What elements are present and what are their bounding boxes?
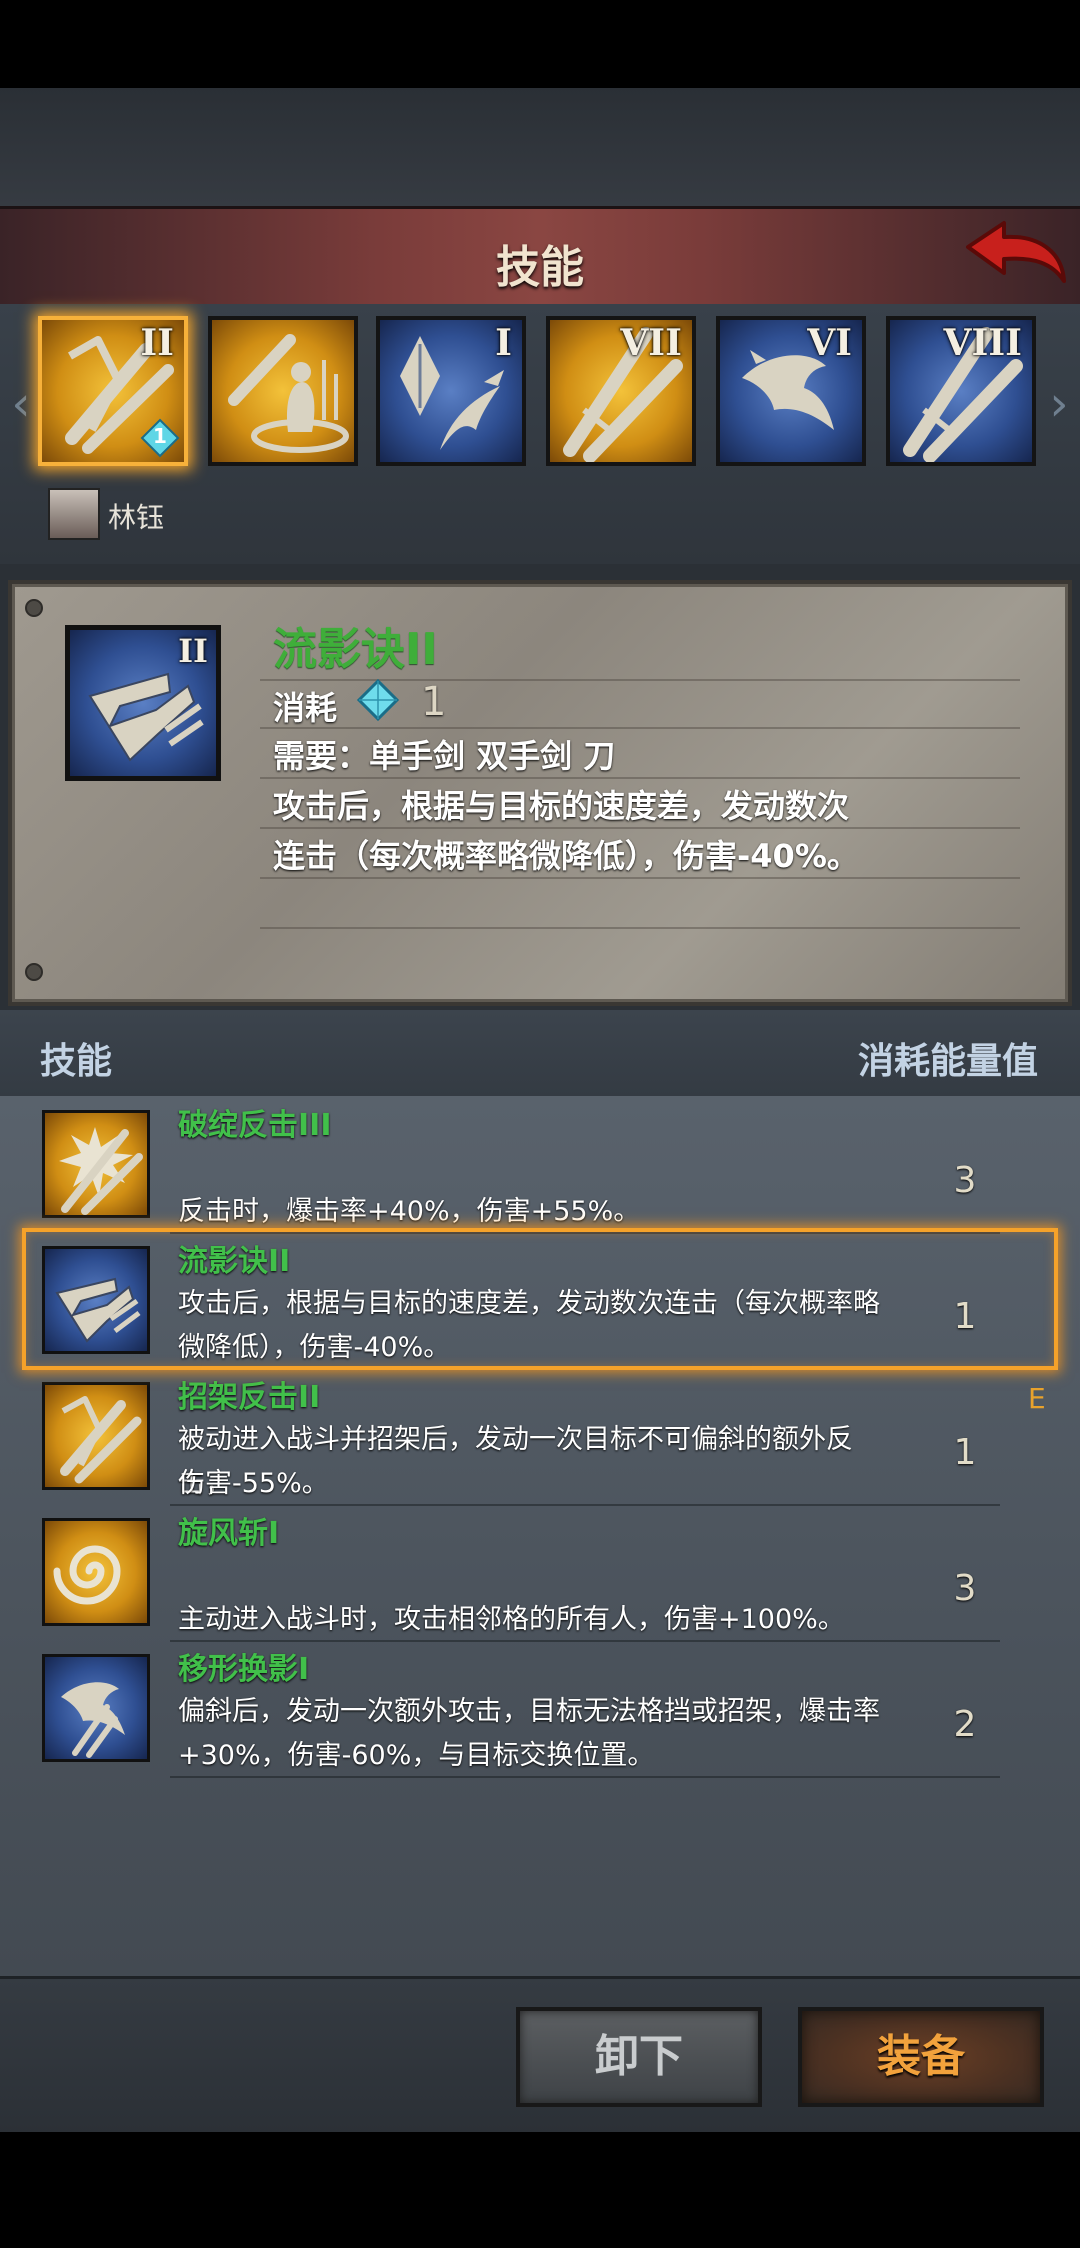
- energy-cost-column-header: 消耗能量值: [857, 1041, 1038, 1082]
- skill-slot-5[interactable]: VI: [716, 316, 866, 466]
- whirlwind-icon: [42, 1518, 150, 1626]
- page-title: 技能: [496, 242, 584, 293]
- detail-skill-name: 流影诀II: [273, 624, 438, 675]
- skill-row-4[interactable]: 旋风斩I 主动进入战斗时，攻击相邻格的所有人，伤害+100%。 3: [0, 1504, 1080, 1642]
- skill-cost: 3: [953, 1568, 977, 1609]
- divider: [260, 727, 1020, 729]
- skill-desc-line: +30%，伤害-60%，与目标交换位置。: [178, 1740, 655, 1771]
- weapon-requirement: 需要：单手剑 双手剑 刀: [273, 737, 616, 775]
- character-name: 林钰: [108, 501, 165, 534]
- detail-skill-icon: II: [65, 625, 221, 781]
- blink-icon: [42, 1654, 150, 1762]
- back-button[interactable]: [960, 217, 1070, 297]
- divider: [260, 777, 1020, 779]
- rivet: [25, 599, 43, 617]
- title-bar: 技能: [0, 206, 1080, 311]
- selected-row-highlight: [22, 1228, 1058, 1370]
- description-line: 攻击后，根据与目标的速度差，发动数次: [273, 787, 850, 825]
- action-bar: 卸下 装备: [0, 1976, 1080, 2135]
- gem-count: 1: [153, 424, 167, 448]
- rivet: [25, 963, 43, 981]
- skill-column-header: 技能: [40, 1041, 113, 1082]
- parry-counter-icon: [42, 1382, 150, 1490]
- skill-slot-1[interactable]: II 1: [38, 316, 188, 466]
- skill-row-5[interactable]: 移形换影I 偏斜后，发动一次额外攻击，目标无法格挡或招架，爆击率 +30%，伤害…: [0, 1640, 1080, 1778]
- status-bar: [0, 0, 1080, 88]
- skill-slot-strip: ‹ › II 1 I VII VI VIII 林钰: [0, 304, 1080, 564]
- cost-value: 1: [421, 679, 447, 725]
- detail-rank-label: II: [178, 632, 208, 670]
- detail-description: 攻击后，根据与目标的速度差，发动数次 连击（每次概率略微降低），伤害-40%。: [273, 781, 993, 881]
- burst-counter-icon: [42, 1110, 150, 1218]
- skill-slot-4[interactable]: VII: [546, 316, 696, 466]
- skill-cost: 2: [953, 1704, 977, 1745]
- divider: [260, 927, 1020, 929]
- energy-gem-icon: [355, 677, 401, 723]
- scroll-right-icon[interactable]: ›: [1042, 364, 1076, 444]
- slot-rank-label: II: [140, 322, 174, 364]
- slot-rank-label: VIII: [943, 322, 1022, 364]
- whirl-stance-icon: [228, 334, 349, 453]
- skill-slot-2[interactable]: [208, 316, 358, 466]
- row-divider: [170, 1776, 1000, 1778]
- skill-cost: 3: [953, 1160, 977, 1201]
- skill-name: 破绽反击III: [178, 1108, 332, 1143]
- equipped-marker: E: [1028, 1382, 1046, 1415]
- skill-detail-panel: II 流影诀II 消耗 1 需要：单手剑 双手剑 刀 攻击后，根据与目标的速度差…: [12, 584, 1068, 1002]
- skill-name: 移形换影I: [178, 1652, 310, 1687]
- description-line: 连击（每次概率略微降低），伤害-40%。: [273, 837, 859, 875]
- equip-button[interactable]: 装备: [798, 2007, 1044, 2107]
- skill-row-3[interactable]: 招架反击II 被动进入战斗并招架后，发动一次目标不可偏斜的额外反击， 伤害-55…: [0, 1368, 1080, 1506]
- cost-label: 消耗: [273, 689, 338, 727]
- skill-cost: 1: [953, 1432, 977, 1473]
- top-strip: [0, 88, 1080, 206]
- nav-bar-area: [0, 2132, 1080, 2248]
- slot-rank-label: VII: [620, 322, 682, 364]
- skill-desc-line: 偏斜后，发动一次额外攻击，目标无法格挡或招架，爆击率: [178, 1696, 880, 1727]
- skill-slot-6[interactable]: VIII: [886, 316, 1036, 466]
- skill-name: 旋风斩I: [178, 1516, 280, 1551]
- gem-badge: 1: [140, 418, 180, 458]
- back-arrow-icon: [966, 221, 1066, 283]
- skill-name: 招架反击II: [178, 1380, 321, 1415]
- skill-desc-line: 主动进入战斗时，攻击相邻格的所有人，伤害+100%。: [178, 1604, 845, 1635]
- skill-desc-line: 伤害-55%。: [178, 1468, 329, 1499]
- skill-slot-3[interactable]: I: [376, 316, 526, 466]
- scroll-left-icon[interactable]: ‹: [4, 364, 38, 444]
- slot-rank-label: VI: [807, 322, 852, 364]
- unequip-button[interactable]: 卸下: [516, 2007, 762, 2107]
- skill-list-header: 技能 消耗能量值: [0, 1010, 1080, 1096]
- skill-row-1[interactable]: 破绽反击III 反击时，爆击率+40%，伤害+55%。 3: [0, 1096, 1080, 1234]
- character-avatar: [48, 488, 100, 540]
- slot-rank-label: I: [495, 322, 512, 364]
